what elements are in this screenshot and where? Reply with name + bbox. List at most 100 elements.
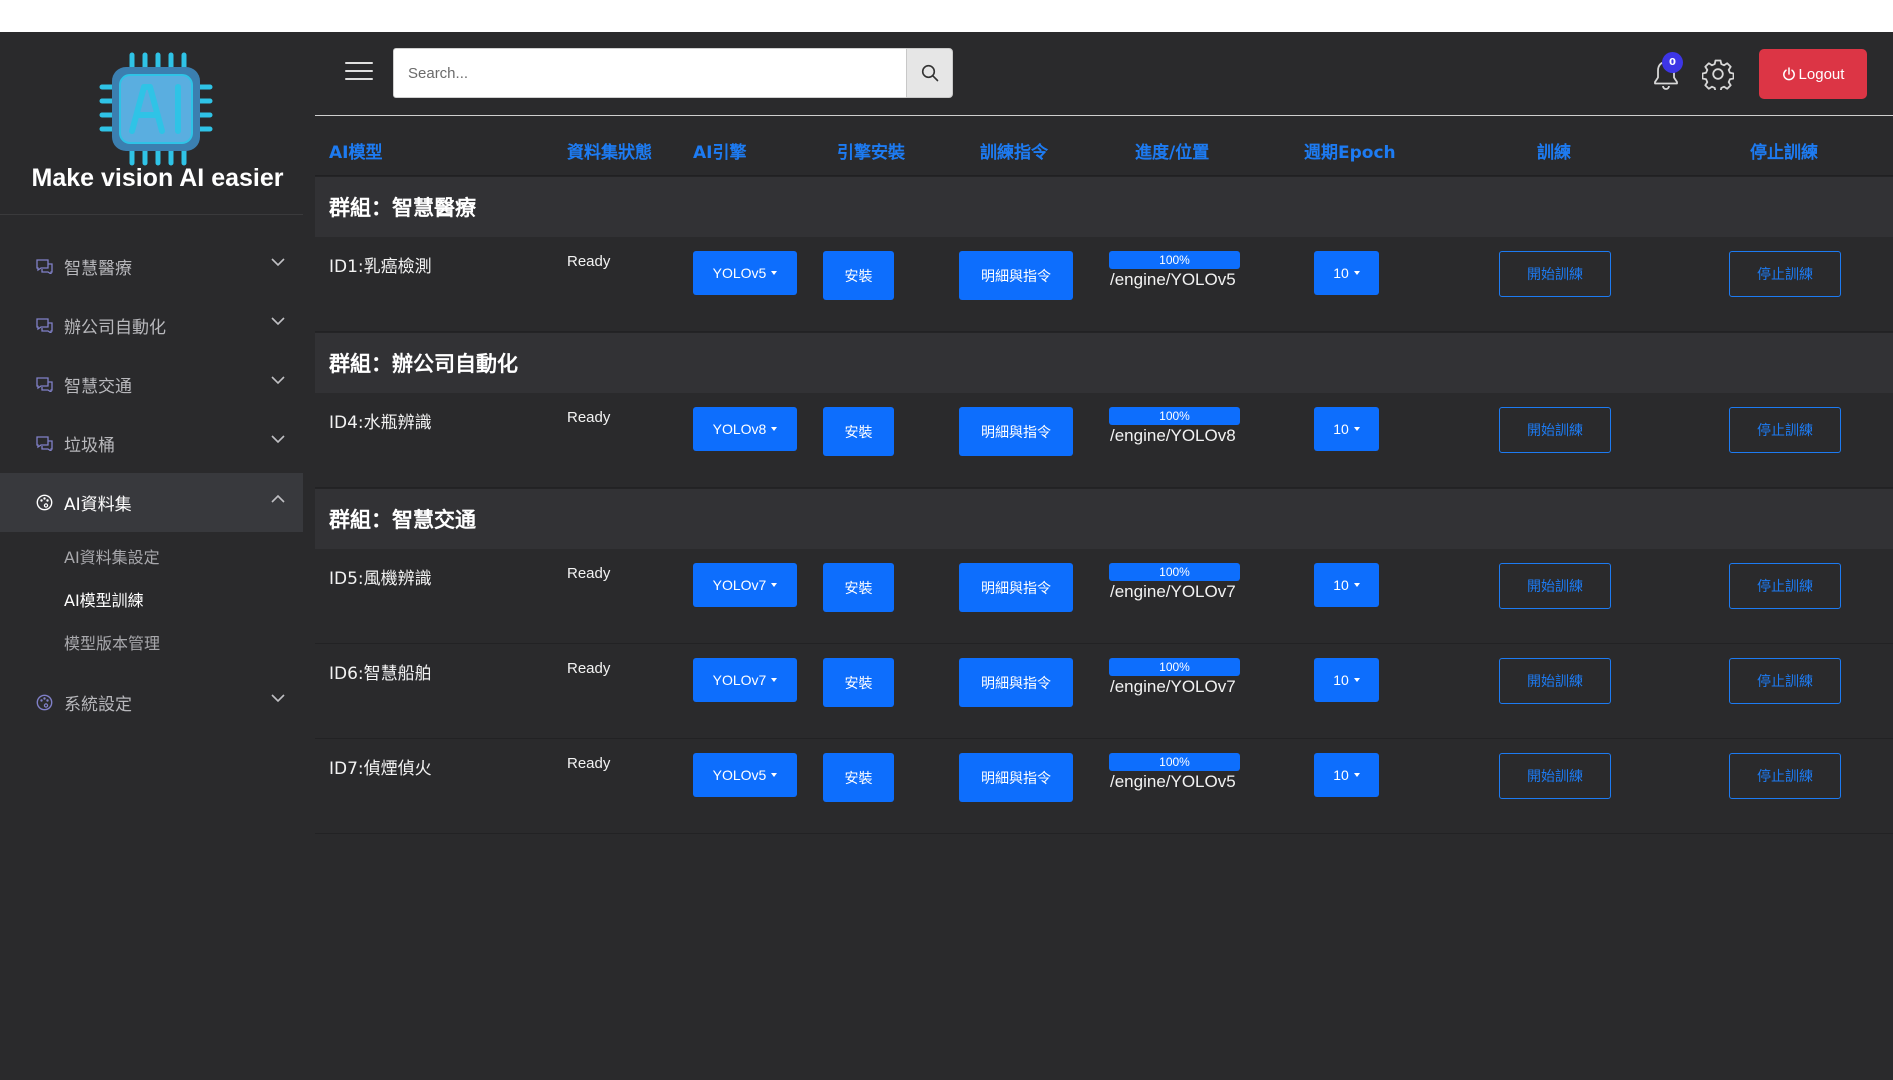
caret-down-icon — [1353, 773, 1360, 777]
submenu-item-dataset-settings[interactable]: AI資料集設定 — [0, 536, 303, 579]
engine-label: YOLOv7 — [712, 577, 767, 593]
engine-dropdown[interactable]: YOLOv8 — [693, 407, 797, 451]
sidebar-item-trash[interactable]: 垃圾桶 — [0, 414, 303, 473]
column-header-ai-model: AI模型 — [329, 143, 383, 163]
start-training-button[interactable]: 開始訓練 — [1499, 563, 1611, 609]
column-header-training-command: 訓練指令 — [980, 143, 1048, 163]
logout-label: Logout — [1798, 65, 1845, 83]
sidebar-item-system-settings[interactable]: 系統設定 — [0, 673, 303, 732]
menu-line — [345, 62, 373, 64]
model-name: ID6:智慧船舶 — [329, 664, 432, 684]
sidebar-item-office-automation[interactable]: 辦公司自動化 — [0, 296, 303, 355]
chat-icon — [35, 376, 53, 394]
dataset-status: Ready — [567, 409, 611, 426]
gear-icon[interactable] — [1702, 58, 1734, 90]
logout-button[interactable]: Logout — [1759, 49, 1867, 99]
progress-bar: 100% — [1109, 563, 1240, 581]
power-icon — [1782, 67, 1795, 81]
group-header-row: 群組：智慧醫療 — [315, 176, 1893, 237]
engine-path: /engine/YOLOv8 — [1110, 426, 1236, 445]
detail-command-button[interactable]: 明細與指令 — [959, 563, 1073, 612]
brand-logo[interactable]: Make vision AI easier — [0, 32, 303, 215]
stop-training-button[interactable]: 停止訓練 — [1729, 407, 1841, 453]
engine-path: /engine/YOLOv7 — [1110, 677, 1236, 696]
group-header-row: 群組：智慧交通 — [315, 488, 1893, 549]
column-header-ai-engine: AI引擎 — [693, 143, 747, 163]
detail-command-button[interactable]: 明細與指令 — [959, 251, 1073, 300]
progress-fill: 100% — [1109, 563, 1240, 581]
epoch-label: 10 — [1333, 672, 1349, 688]
install-button[interactable]: 安裝 — [823, 563, 894, 612]
submenu-item-version-management[interactable]: 模型版本管理 — [0, 622, 303, 665]
detail-command-button[interactable]: 明細與指令 — [959, 753, 1073, 802]
progress-bar: 100% — [1109, 407, 1240, 425]
sidebar-item-label: 智慧醫療 — [64, 259, 132, 279]
search-button[interactable] — [906, 48, 953, 98]
start-training-button[interactable]: 開始訓練 — [1499, 407, 1611, 453]
palette-icon — [35, 694, 53, 712]
detail-command-button[interactable]: 明細與指令 — [959, 407, 1073, 456]
caret-down-icon — [1353, 678, 1360, 682]
start-training-button[interactable]: 開始訓練 — [1499, 753, 1611, 799]
epoch-dropdown[interactable]: 10 — [1314, 251, 1379, 295]
caret-down-icon — [1353, 427, 1360, 431]
install-button[interactable]: 安裝 — [823, 251, 894, 300]
menu-line — [345, 78, 373, 80]
engine-dropdown[interactable]: YOLOv7 — [693, 658, 797, 702]
search-input[interactable] — [393, 48, 907, 98]
epoch-dropdown[interactable]: 10 — [1314, 658, 1379, 702]
install-button[interactable]: 安裝 — [823, 753, 894, 802]
epoch-label: 10 — [1333, 265, 1349, 281]
chat-icon — [35, 258, 53, 276]
dataset-status: Ready — [567, 253, 611, 270]
sidebar-item-smart-medical[interactable]: 智慧醫療 — [0, 237, 303, 296]
ai-chip-icon — [99, 52, 213, 166]
detail-command-button[interactable]: 明細與指令 — [959, 658, 1073, 707]
engine-dropdown[interactable]: YOLOv5 — [693, 753, 797, 797]
chevron-down-icon — [271, 317, 285, 326]
progress-bar: 100% — [1109, 658, 1240, 676]
stop-training-button[interactable]: 停止訓練 — [1729, 563, 1841, 609]
column-header-stop-training: 停止訓練 — [1750, 143, 1818, 163]
sidebar-item-ai-dataset[interactable]: AI資料集 — [0, 473, 303, 532]
epoch-label: 10 — [1333, 577, 1349, 593]
engine-dropdown[interactable]: YOLOv5 — [693, 251, 797, 295]
install-button[interactable]: 安裝 — [823, 658, 894, 707]
sidebar-nav: 智慧醫療 辦公司自動化 智慧交通 垃圾桶 AI資料集 AI資料集設定 AI模型訓… — [0, 237, 303, 732]
table-header: AI模型 資料集狀態 AI引擎 引擎安裝 訓練指令 進度/位置 週期Epoch … — [315, 117, 1893, 176]
menu-line — [345, 70, 373, 72]
progress-fill: 100% — [1109, 407, 1240, 425]
start-training-button[interactable]: 開始訓練 — [1499, 251, 1611, 297]
group-title: 群組：智慧醫療 — [329, 196, 476, 220]
table-row: ID5:風機辨識 Ready YOLOv7 安裝 明細與指令 100% /eng… — [315, 549, 1893, 644]
browser-top-strip — [0, 0, 1893, 32]
model-name: ID4:水瓶辨識 — [329, 413, 432, 433]
dataset-status: Ready — [567, 660, 611, 677]
epoch-dropdown[interactable]: 10 — [1314, 563, 1379, 607]
column-header-epoch: 週期Epoch — [1304, 143, 1396, 163]
group-title: 群組：智慧交通 — [329, 508, 476, 532]
stop-training-button[interactable]: 停止訓練 — [1729, 658, 1841, 704]
caret-down-icon — [771, 583, 778, 587]
install-button[interactable]: 安裝 — [823, 407, 894, 456]
model-name: ID1:乳癌檢測 — [329, 257, 432, 277]
column-header-train: 訓練 — [1537, 143, 1571, 163]
engine-dropdown[interactable]: YOLOv7 — [693, 563, 797, 607]
stop-training-button[interactable]: 停止訓練 — [1729, 753, 1841, 799]
chevron-down-icon — [271, 694, 285, 703]
epoch-dropdown[interactable]: 10 — [1314, 407, 1379, 451]
start-training-button[interactable]: 開始訓練 — [1499, 658, 1611, 704]
engine-path: /engine/YOLOv5 — [1110, 270, 1236, 289]
progress-fill: 100% — [1109, 753, 1240, 771]
stop-training-button[interactable]: 停止訓練 — [1729, 251, 1841, 297]
chevron-down-icon — [271, 435, 285, 444]
engine-label: YOLOv8 — [712, 421, 767, 437]
chat-icon — [35, 435, 53, 453]
chevron-up-icon — [271, 494, 285, 503]
progress-fill: 100% — [1109, 251, 1240, 269]
epoch-dropdown[interactable]: 10 — [1314, 753, 1379, 797]
submenu-item-model-training[interactable]: AI模型訓練 — [0, 579, 303, 622]
sidebar-item-smart-traffic[interactable]: 智慧交通 — [0, 355, 303, 414]
caret-down-icon — [771, 678, 778, 682]
hamburger-menu-button[interactable] — [345, 62, 373, 84]
